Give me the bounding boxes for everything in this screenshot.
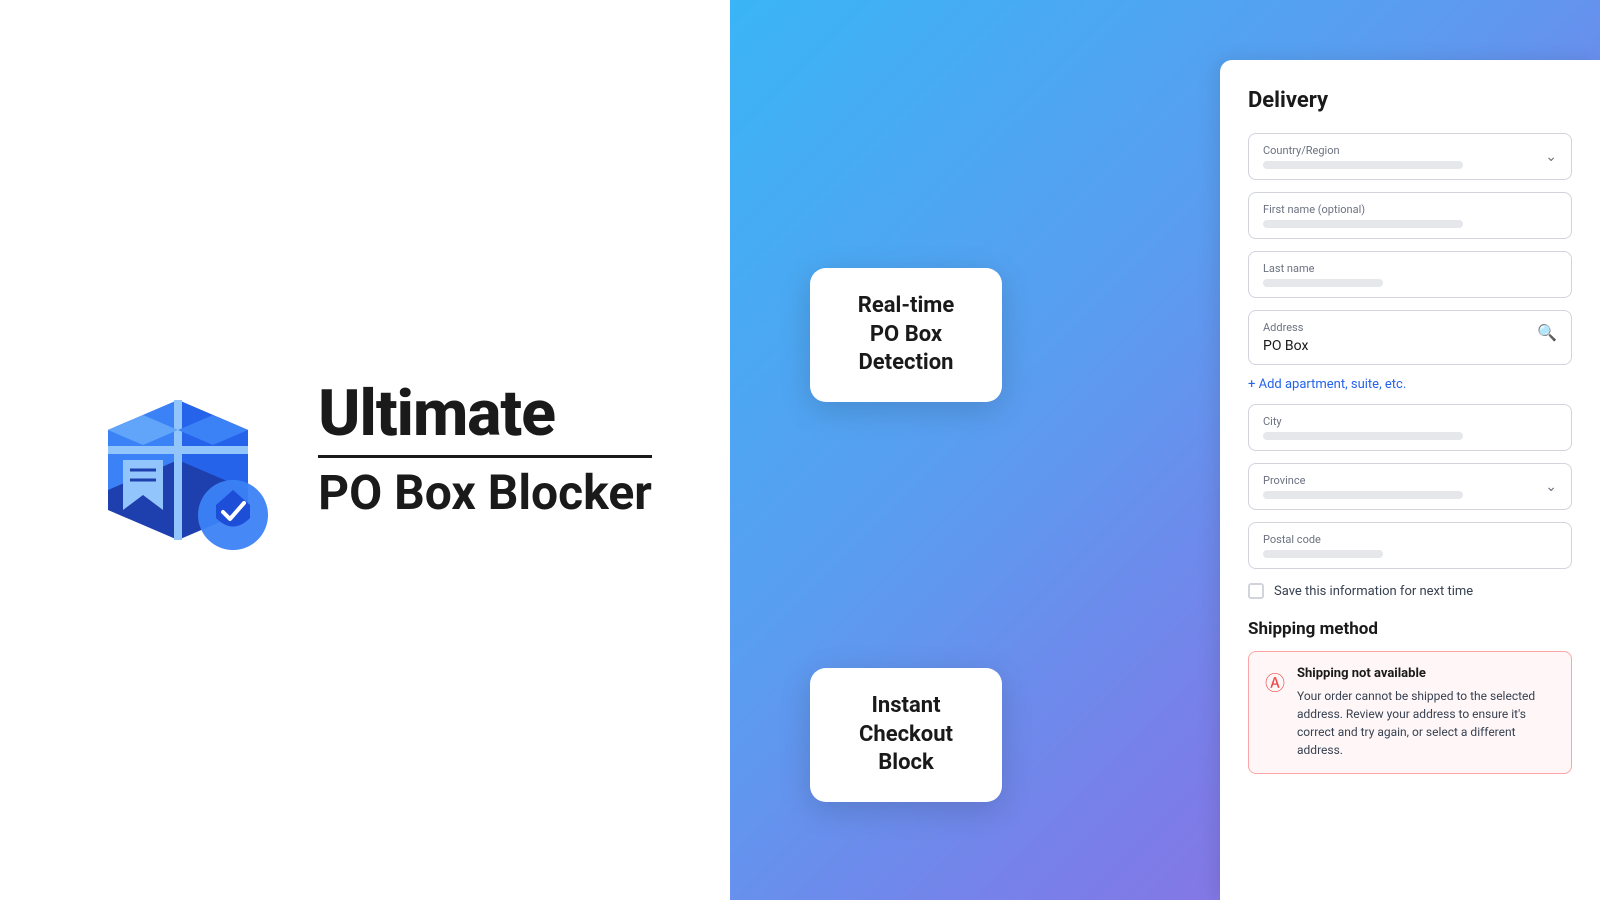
- delivery-panel: Delivery Country/Region ⌄ First name (op…: [1220, 60, 1600, 900]
- first-name-field[interactable]: First name (optional): [1248, 192, 1572, 239]
- brand-text: Ultimate PO Box Blocker: [318, 379, 652, 522]
- city-bar: [1263, 432, 1463, 440]
- shipping-error-box: Ⓐ Shipping not available Your order cann…: [1248, 651, 1572, 774]
- address-value: PO Box: [1263, 338, 1308, 354]
- postal-label: Postal code: [1263, 533, 1557, 546]
- save-info-label: Save this information for next time: [1274, 584, 1473, 599]
- left-panel: Ultimate PO Box Blocker: [0, 0, 730, 900]
- form-group-province: Province ⌄: [1248, 463, 1572, 510]
- last-name-label: Last name: [1263, 262, 1557, 275]
- card-instant: Instant Checkout Block: [810, 668, 1002, 802]
- country-field[interactable]: Country/Region ⌄: [1248, 133, 1572, 180]
- brand-divider: [318, 455, 652, 458]
- error-content: Shipping not available Your order cannot…: [1297, 666, 1555, 759]
- province-label: Province: [1263, 474, 1545, 487]
- address-field[interactable]: Address PO Box 🔍: [1248, 310, 1572, 365]
- form-group-city: City: [1248, 404, 1572, 451]
- form-group-firstname: First name (optional): [1248, 192, 1572, 239]
- city-label: City: [1263, 415, 1557, 428]
- province-field[interactable]: Province ⌄: [1248, 463, 1572, 510]
- province-bar: [1263, 491, 1463, 499]
- postal-field[interactable]: Postal code: [1248, 522, 1572, 569]
- error-title: Shipping not available: [1297, 666, 1555, 681]
- form-group-lastname: Last name: [1248, 251, 1572, 298]
- form-group-address: Address PO Box 🔍: [1248, 310, 1572, 365]
- postal-bar: [1263, 550, 1383, 558]
- card-realtime-text: Real-time PO Box Detection: [842, 292, 970, 378]
- chevron-down-icon: ⌄: [1545, 149, 1557, 165]
- save-info-row: Save this information for next time: [1248, 583, 1572, 599]
- save-info-checkbox[interactable]: [1248, 583, 1264, 599]
- brand-title: Ultimate: [318, 379, 652, 449]
- add-suite-link[interactable]: + Add apartment, suite, etc.: [1248, 377, 1572, 392]
- logo-container: [78, 350, 278, 550]
- country-bar: [1263, 161, 1463, 169]
- address-label: Address: [1263, 321, 1308, 334]
- last-name-field[interactable]: Last name: [1248, 251, 1572, 298]
- last-name-bar: [1263, 279, 1383, 287]
- right-panel: Real-time PO Box Detection Instant Check…: [730, 0, 1600, 900]
- error-icon: Ⓐ: [1265, 667, 1285, 696]
- shipping-method-title: Shipping method: [1248, 619, 1572, 639]
- card-instant-text: Instant Checkout Block: [842, 692, 970, 778]
- first-name-label: First name (optional): [1263, 203, 1557, 216]
- error-body: Your order cannot be shipped to the sele…: [1297, 687, 1555, 759]
- form-group-postal: Postal code: [1248, 522, 1572, 569]
- first-name-bar: [1263, 220, 1463, 228]
- country-label: Country/Region: [1263, 144, 1545, 157]
- brand-content: Ultimate PO Box Blocker: [78, 350, 652, 550]
- card-realtime: Real-time PO Box Detection: [810, 268, 1002, 402]
- delivery-title: Delivery: [1248, 88, 1572, 113]
- chevron-down-icon-province: ⌄: [1545, 479, 1557, 495]
- form-group-country: Country/Region ⌄: [1248, 133, 1572, 180]
- city-field[interactable]: City: [1248, 404, 1572, 451]
- search-icon: 🔍: [1537, 323, 1557, 342]
- brand-subtitle: PO Box Blocker: [318, 464, 652, 522]
